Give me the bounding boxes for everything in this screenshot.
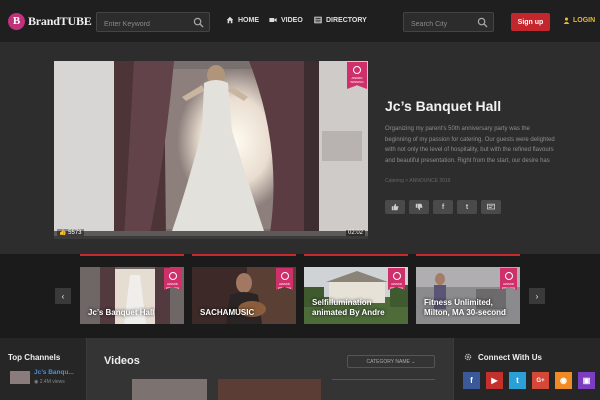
social-links: f ▶ t G+ ◉ ▣	[463, 372, 595, 389]
card-title: Fitness Unlimited, Milton, MA 30-second	[424, 298, 506, 317]
video-progress-bar[interactable]	[54, 236, 368, 239]
video-carousel: ‹ › AWARD WINNING Jc’s Banquet Hall AWAR…	[0, 254, 600, 338]
award-winning-badge: AWARD WINNING	[164, 268, 181, 290]
channel-views-value: 2.4M views	[39, 379, 65, 385]
carousel-prev-button[interactable]: ‹	[55, 288, 71, 304]
award-winning-badge: AWARD WINNING	[276, 268, 293, 290]
youtube-icon[interactable]: ▶	[486, 372, 503, 389]
carousel-card[interactable]: AWARD WINNING Jc’s Banquet Hall	[80, 254, 184, 324]
rss-icon[interactable]: ◉	[555, 372, 572, 389]
featured-actions: f t	[385, 200, 501, 214]
featured-title[interactable]: Jc’s Banquet Hall	[385, 98, 501, 114]
divider	[332, 379, 435, 380]
dislike-button[interactable]	[409, 200, 429, 214]
award-text: AWARD WINNING	[350, 76, 364, 84]
login-link[interactable]: LOGIN	[563, 17, 595, 24]
videos-panel: Videos CATEGORY NAME ⌄	[87, 338, 453, 400]
twitter-icon: t	[465, 203, 469, 211]
nav-video-label: VIDEO	[281, 16, 303, 24]
award-winning-badge: AWARD WINNING	[347, 62, 367, 89]
like-button[interactable]	[385, 200, 405, 214]
carousel-card[interactable]: AWARD WINNING Selfillumination animated …	[304, 254, 408, 324]
channel-thumbnail[interactable]	[10, 371, 30, 384]
category-select-label: CATEGORY NAME	[366, 358, 410, 365]
twitter-icon[interactable]: t	[509, 372, 526, 389]
featured-section: AWARD WINNING 👍 5573 02:02 Jc’s Banquet …	[0, 42, 600, 254]
award-winning-badge: AWARD WINNING	[388, 268, 405, 290]
featured-description: Organizing my parent's 50th anniversary …	[385, 126, 555, 164]
logo-text: BrandTUBE	[28, 13, 92, 28]
card-accent-bar	[304, 254, 408, 256]
award-seal-icon	[280, 272, 289, 280]
video-thumbnail[interactable]	[218, 379, 321, 400]
award-seal-icon	[392, 272, 401, 280]
view-count: 👍 5573	[57, 229, 84, 236]
directory-icon	[314, 16, 322, 24]
facebook-icon[interactable]: f	[463, 372, 480, 389]
video-thumbnail[interactable]	[132, 379, 207, 400]
card-accent-bar	[192, 254, 296, 256]
thumbs-up-icon	[391, 203, 399, 211]
logo-badge-icon: B	[8, 12, 25, 30]
carousel-next-button[interactable]: ›	[529, 288, 545, 304]
login-label: LOGIN	[573, 17, 596, 24]
twitch-icon[interactable]: ▣	[578, 372, 595, 389]
facebook-icon: f	[441, 203, 445, 211]
videos-title: Videos	[104, 355, 140, 367]
connect-title: Connect With Us	[478, 353, 542, 362]
user-icon	[563, 17, 570, 24]
top-header: B BrandTUBE HOME VIDEO DIRECTORY Sign up…	[0, 0, 600, 42]
carousel-card[interactable]: AWARD WINNING Fitness Unlimited, Milton,…	[416, 254, 520, 324]
award-winning-badge: AWARD WINNING	[500, 268, 517, 290]
embed-icon	[487, 203, 495, 210]
card-title: Jc’s Banquet Hall	[88, 308, 155, 317]
keyword-search	[96, 12, 210, 34]
share-facebook-button[interactable]: f	[433, 200, 453, 214]
award-seal-icon	[168, 272, 177, 280]
nav-directory-label: DIRECTORY	[326, 16, 367, 24]
video-thumbnail-image	[54, 61, 368, 239]
card-title: Selfillumination animated By Andre	[312, 298, 385, 317]
award-seal-icon	[353, 66, 361, 74]
bottom-section: Top Channels Jc’s Banqu... ◉ 2.4M views …	[0, 338, 600, 400]
featured-meta: Catering > ANNOUNCE 2019	[385, 178, 451, 184]
carousel-card[interactable]: AWARD WINNING SACHAMUSIC	[192, 254, 296, 324]
award-seal-icon	[504, 272, 513, 280]
brand-logo[interactable]: B BrandTUBE	[8, 11, 92, 31]
connect-panel: Connect With Us f ▶ t G+ ◉ ▣	[453, 338, 600, 400]
google-plus-icon[interactable]: G+	[532, 372, 549, 389]
card-title: SACHAMUSIC	[200, 308, 255, 317]
search-icon[interactable]	[193, 17, 204, 28]
nav-home[interactable]: HOME	[226, 16, 259, 24]
share-twitter-button[interactable]: t	[457, 200, 477, 214]
gear-icon	[464, 353, 472, 361]
channel-name[interactable]: Jc’s Banqu...	[34, 369, 74, 376]
embed-button[interactable]	[481, 200, 501, 214]
top-channels-panel: Top Channels Jc’s Banqu... ◉ 2.4M views	[0, 338, 87, 400]
featured-video-player[interactable]: AWARD WINNING 👍 5573 02:02	[54, 61, 368, 239]
signup-button[interactable]: Sign up	[511, 13, 550, 31]
nav-directory[interactable]: DIRECTORY	[314, 16, 367, 24]
thumbs-down-icon	[415, 203, 423, 211]
top-channels-title: Top Channels	[8, 353, 61, 362]
video-camera-icon	[269, 18, 277, 22]
channel-views: ◉ 2.4M views	[34, 379, 65, 385]
nav-video[interactable]: VIDEO	[269, 16, 303, 24]
card-accent-bar	[416, 254, 520, 256]
search-icon[interactable]	[477, 17, 488, 28]
city-search	[403, 12, 494, 34]
chevron-down-icon: ⌄	[409, 358, 416, 365]
category-select[interactable]: CATEGORY NAME ⌄	[347, 355, 435, 368]
home-icon	[226, 16, 234, 24]
nav-home-label: HOME	[238, 16, 259, 24]
card-accent-bar	[80, 254, 184, 256]
